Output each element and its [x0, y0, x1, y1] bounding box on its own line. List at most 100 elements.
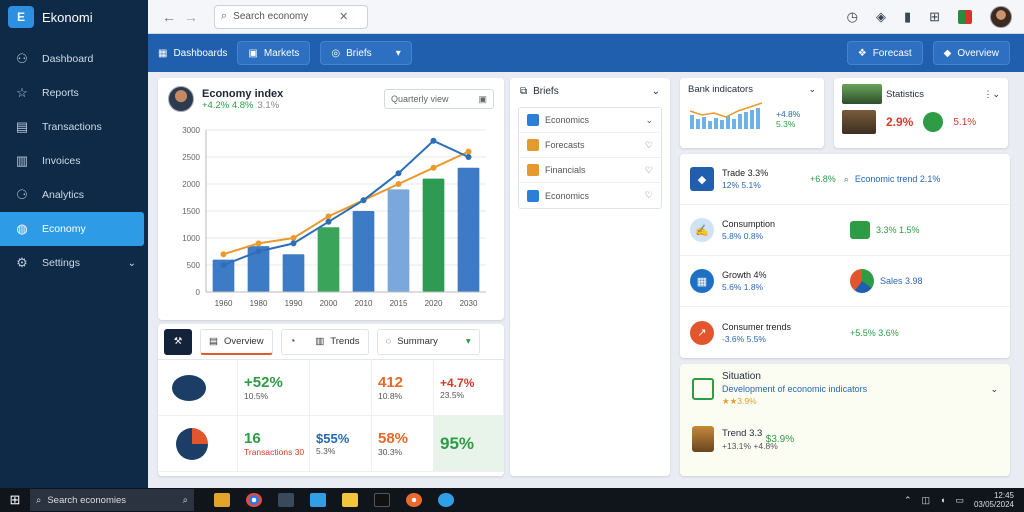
sidebar-item-settings[interactable]: ⚙ Settings ⌄ [0, 246, 148, 280]
table-icon: ▦ [690, 269, 714, 293]
stats-row[interactable]: ↗ Consumer trends -3.6% 5.5% +5.5% 3.6% [680, 307, 1010, 358]
bookmark-icon[interactable]: ▮ [904, 9, 911, 25]
app-logo-icon: E [8, 6, 34, 28]
sparkline-chart [689, 102, 763, 129]
situation-row[interactable]: Trend 3.3 +13.1% +4.8% $3.9% [680, 414, 1010, 464]
search-input[interactable] [233, 11, 334, 22]
card-title: Bank indicators [688, 84, 753, 95]
situation-item-value: $3.9% [765, 433, 795, 445]
tab-summary[interactable]: ◌ Summary ▾ [376, 328, 480, 355]
metric-sub: 10.8% [378, 391, 403, 401]
store-icon[interactable] [374, 493, 390, 507]
bank-indicators-card[interactable]: Bank indicators ⌄ +4.8% 5.3% [680, 78, 824, 148]
back-arrow-icon[interactable]: ← [162, 9, 176, 25]
chevron-up-icon[interactable]: ⌃ [904, 495, 912, 506]
brand[interactable]: E Ekonomi [0, 0, 148, 34]
tab-label: Summary [397, 336, 438, 347]
stats-right-text: 3.3% 1.5% [876, 225, 920, 235]
metric-value: $55% [316, 431, 350, 446]
chevron-down-icon[interactable]: ⌄ [990, 384, 998, 395]
bell-icon[interactable]: ◈ [876, 9, 886, 25]
stats-right: Sales 3.98 [850, 269, 923, 293]
sidebar-nav: ⚇ Dashboard ☆ Reports ▤ Transactions ▥ Invoi… [0, 42, 148, 280]
dashboards-link[interactable]: ▦ Dashboards [158, 48, 227, 59]
bar [422, 178, 445, 292]
folder-icon: ▦ [158, 47, 168, 59]
heart-icon: ♡ [644, 139, 653, 150]
network-icon[interactable]: ◫ [921, 495, 930, 506]
sidebar-item-invoices[interactable]: ▥ Invoices [0, 144, 148, 178]
chart-filter-label: Quarterly view [391, 94, 449, 104]
bar [282, 254, 305, 292]
file-explorer-icon[interactable] [214, 493, 230, 507]
stats-row[interactable]: ◆ Trade 3.3% 12% 5.1% +6.8% ⌕ Economic tre… [680, 154, 1010, 205]
briefs-header[interactable]: ⧉ Briefs ⌄ [510, 78, 670, 105]
clock[interactable]: 12:45 03/05/2024 [974, 491, 1014, 509]
search-icon: ⌕ [182, 494, 188, 506]
edge-icon[interactable] [438, 493, 454, 507]
card-value: 5.3% [776, 119, 796, 129]
sidebar-item-analytics[interactable]: ⚆ Analytics [0, 178, 148, 212]
list-item[interactable]: Economics ⌄ [519, 108, 661, 133]
data-point [465, 148, 472, 155]
browser-icon[interactable] [406, 493, 422, 507]
forecast-button[interactable]: ❖ Forecast [846, 41, 923, 65]
windows-start-icon[interactable]: ⊞ [0, 492, 30, 508]
filter-icon: ⧉ [520, 86, 528, 97]
square-icon [527, 189, 539, 202]
tools-button[interactable]: ⚒ [164, 328, 192, 355]
stats-right: 3.3% 1.5% [850, 221, 920, 239]
markets-button[interactable]: ▣ Markets [237, 41, 311, 65]
taskbar-search[interactable]: ⌕ Search economies ⌕ [30, 489, 194, 511]
avatar[interactable] [990, 5, 1012, 28]
stats-row[interactable]: ✍ Consumption 5.8% 0.8% 3.3% 1.5% [680, 205, 1010, 256]
chart-subtitle: +4.2% 4.8% 3.1% [202, 100, 283, 111]
folder-icon[interactable] [310, 493, 326, 507]
card-title: Statistics [886, 88, 925, 100]
list-item[interactable]: Economics ♡ [519, 183, 661, 208]
sidebar-item-label: Reports [42, 87, 79, 99]
stats-sub: 5.6% 1.8% [722, 282, 764, 292]
clock-date: 03/05/2024 [973, 500, 1014, 509]
close-icon[interactable]: ✕ [339, 10, 348, 23]
volume-icon[interactable]: ◖ [940, 495, 945, 505]
taskbar: ⊞ ⌕ Search economies ⌕ ⌃ ◫ ◖ ▭ 12:45 03/… [0, 488, 1024, 512]
list-item[interactable]: Forecasts ♡ [519, 133, 661, 158]
chevron-down-icon: ⌄ [808, 84, 816, 94]
metric-icon-cell [158, 416, 238, 472]
list-item[interactable]: Financials ♡ [519, 158, 661, 183]
battery-icon[interactable]: ▭ [955, 495, 964, 506]
person-icon [692, 426, 714, 452]
situation-sub: Development of economic indicators [722, 384, 868, 394]
statistics-card[interactable]: Statistics ⋮⌄ 2.9% 5.1% [834, 78, 1008, 148]
briefs-list: Economics ⌄ Forecasts ♡ Financials ♡ Econom… [518, 107, 662, 209]
language-flag-icon[interactable] [958, 9, 972, 24]
grid-icon[interactable]: ⊞ [929, 9, 940, 25]
stats-right-text: Economic trend 2.1% [854, 174, 941, 184]
data-point [220, 262, 227, 268]
clock-icon[interactable]: ◷ [847, 9, 858, 25]
metric-sub: 30.3% [378, 447, 403, 457]
notes-icon[interactable] [342, 493, 358, 507]
tab-trends[interactable]: ◔ ▥ Trends [280, 328, 369, 355]
tab-overview[interactable]: ▤ Overview [200, 328, 273, 355]
terminal-icon[interactable] [278, 493, 294, 507]
y-tick-label: 0 [196, 288, 201, 297]
sidebar-item-label: Dashboard [42, 53, 94, 65]
situation-panel: Situation Development of economic indica… [680, 364, 1010, 476]
chrome-icon[interactable] [246, 493, 262, 507]
sidebar-item-transactions[interactable]: ▤ Transactions [0, 110, 148, 144]
overview-button[interactable]: ◆ Overview [932, 41, 1010, 65]
leaf-icon [923, 112, 944, 132]
search-box[interactable]: ⌕ ✕ [214, 4, 368, 29]
metric-sub: Transactions 30 [244, 447, 305, 457]
stats-row[interactable]: ▦ Growth 4% 5.6% 1.8% Sales 3.98 [680, 256, 1010, 307]
sidebar-item-economy[interactable]: ◍ Economy [0, 212, 144, 246]
forward-arrow-icon[interactable]: → [184, 9, 198, 25]
sidebar-item-dashboard[interactable]: ⚇ Dashboard [0, 42, 148, 76]
chart-filter-select[interactable]: Quarterly view ▣ [384, 89, 494, 109]
briefs-label: Briefs [346, 47, 372, 59]
sidebar-item-reports[interactable]: ☆ Reports [0, 76, 148, 110]
briefs-dropdown[interactable]: ◎ Briefs ▾ [320, 41, 412, 65]
situation-row[interactable]: Situation Development of economic indica… [680, 364, 1010, 414]
